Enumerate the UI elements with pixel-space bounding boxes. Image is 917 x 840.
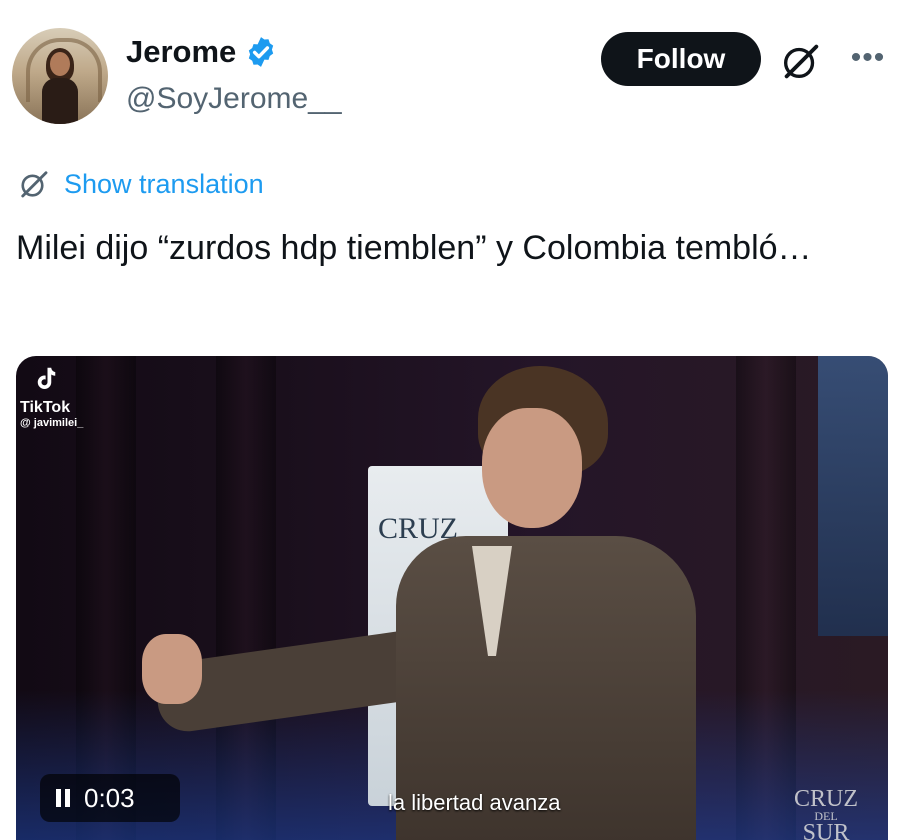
pause-icon[interactable]: [56, 789, 70, 807]
watermark-tail: SUR: [802, 820, 850, 840]
avatar-body: [42, 78, 78, 124]
video-player[interactable]: CRUZ TikTok @ javimilei_ 0:03 la liberta…: [16, 356, 888, 840]
tiktok-username: @ javimilei_: [20, 417, 84, 429]
author-handle[interactable]: @SoyJerome__: [126, 82, 342, 116]
more-options-icon[interactable]: •••: [848, 40, 888, 76]
tiktok-watermark: TikTok @ javimilei_: [20, 364, 83, 429]
video-time: 0:03: [84, 782, 135, 813]
grok-icon[interactable]: [778, 38, 824, 84]
stage-screen: [818, 356, 888, 636]
author-avatar[interactable]: [12, 28, 108, 124]
author-name[interactable]: Jerome: [126, 34, 236, 70]
tweet-text: Milei dijo “zurdos hdp tiemblen” y Colom…: [16, 229, 812, 267]
show-translation-link[interactable]: Show translation: [16, 166, 264, 202]
author-name-row[interactable]: Jerome: [126, 34, 278, 70]
show-translation-label[interactable]: Show translation: [64, 169, 264, 200]
video-time-control[interactable]: 0:03: [40, 774, 180, 822]
speaker-hand: [142, 634, 202, 704]
tiktok-icon: [37, 367, 56, 389]
speaker-face: [482, 408, 582, 528]
grok-icon: [21, 171, 48, 198]
avatar-face: [50, 52, 70, 76]
channel-watermark: CRUZ DEL SUR: [794, 787, 858, 840]
follow-button[interactable]: Follow: [601, 32, 761, 86]
tiktok-label: TikTok: [20, 399, 71, 416]
video-subtitle: la libertad avanza: [388, 790, 561, 815]
verified-badge-icon: [249, 37, 274, 67]
